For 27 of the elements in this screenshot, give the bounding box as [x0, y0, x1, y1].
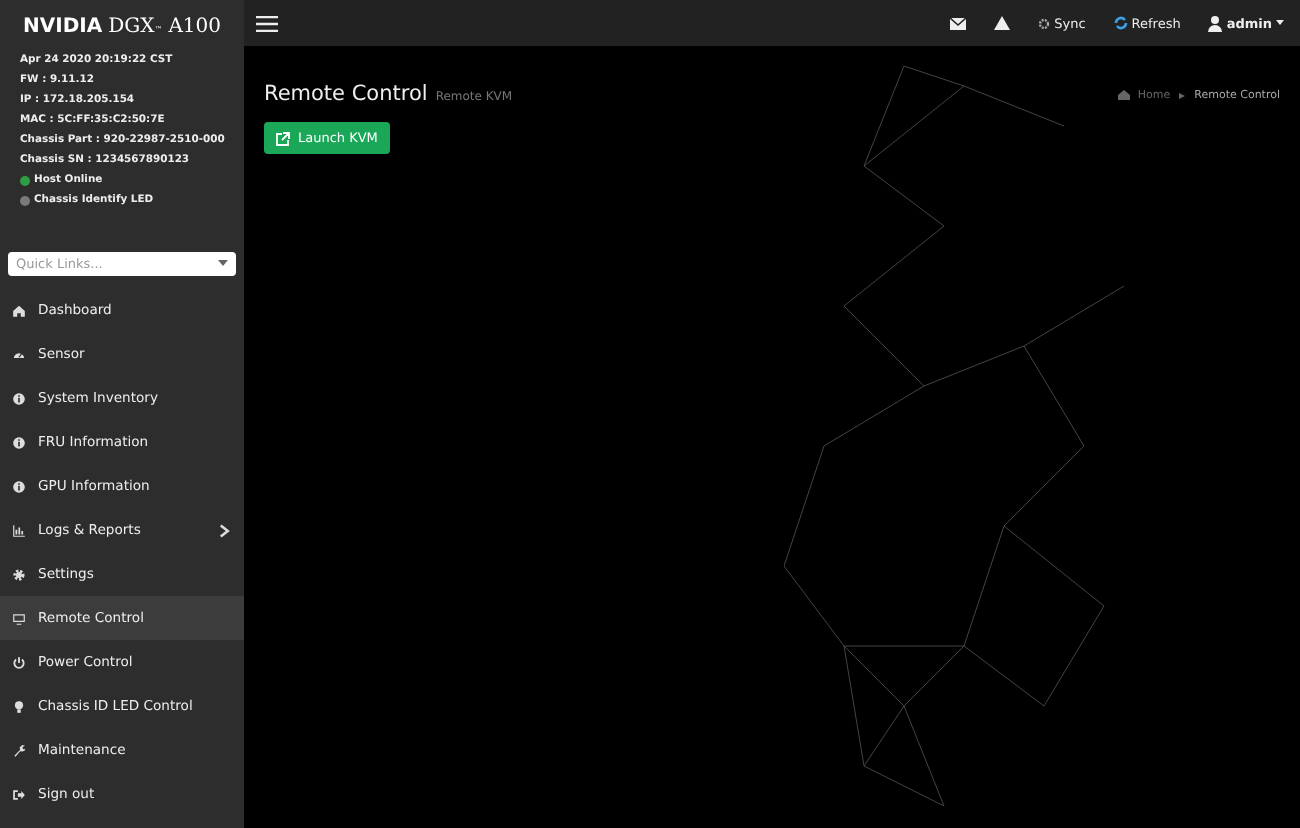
caret-icon — [218, 260, 228, 268]
model-name: A100 — [168, 16, 222, 38]
brand-name: NVIDIA — [22, 16, 103, 38]
chevron-right-icon — [1178, 91, 1187, 99]
user-icon — [1208, 15, 1223, 31]
refresh-icon — [1113, 16, 1128, 30]
menu-icon — [12, 699, 26, 713]
menu-icon — [12, 391, 26, 405]
menu-icon — [12, 479, 26, 493]
menu-icon — [12, 523, 26, 537]
product-name: DGX — [108, 16, 155, 38]
home-icon — [1117, 90, 1130, 100]
menu-icon — [12, 611, 26, 625]
menu-icon — [12, 787, 26, 801]
page-title: Remote Control — [264, 82, 428, 106]
gear-icon — [1038, 17, 1051, 29]
envelope-icon[interactable] — [950, 17, 967, 29]
menu-icon — [12, 567, 26, 581]
menu-icon — [12, 435, 26, 449]
menu-icon — [12, 347, 26, 361]
menu-icon[interactable] — [256, 15, 278, 31]
menu-icon — [12, 303, 26, 317]
warning-icon[interactable] — [994, 16, 1011, 30]
external-link-icon — [276, 131, 290, 145]
menu-icon — [12, 655, 26, 669]
menu-icon — [12, 743, 26, 757]
caret-icon — [1276, 20, 1284, 26]
